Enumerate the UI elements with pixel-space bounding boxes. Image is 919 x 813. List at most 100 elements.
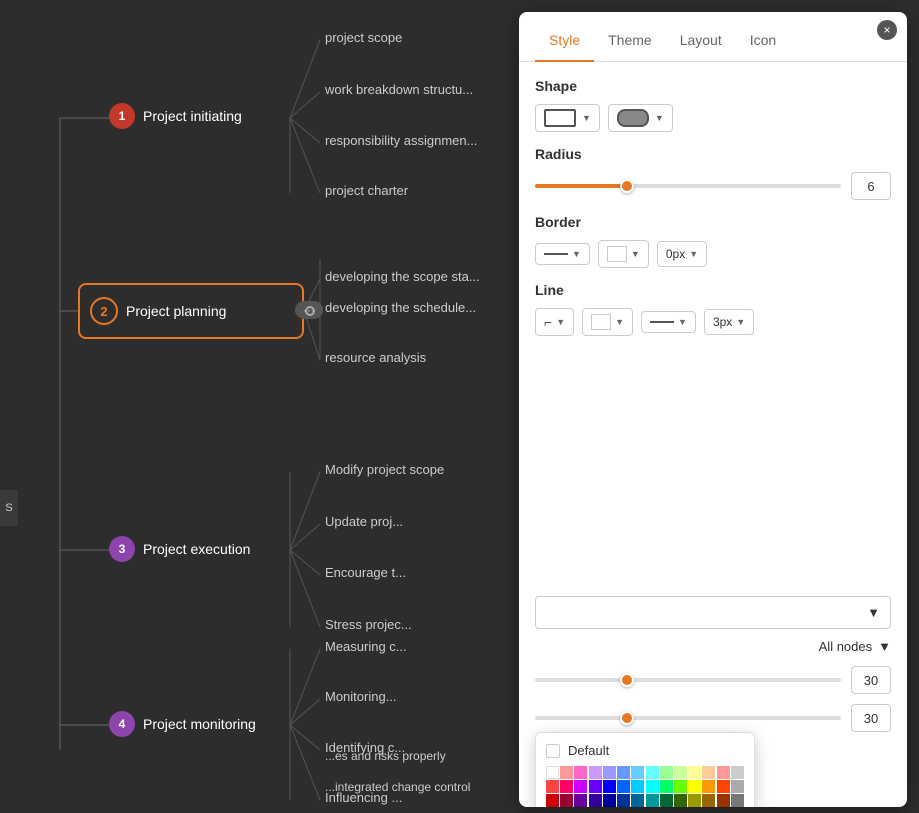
color-t1[interactable] (546, 794, 559, 807)
radius-thumb[interactable] (620, 179, 634, 193)
color-s1[interactable] (546, 780, 559, 793)
slider-value-2[interactable]: 30 (851, 704, 891, 732)
child-project-scope: project scope (325, 30, 402, 45)
slider-track-2[interactable] (535, 716, 841, 720)
line-color-swatch (591, 314, 611, 330)
default-label: Default (568, 743, 609, 758)
child-wbs: work breakdown structu... (325, 82, 473, 97)
child-update: Update proj... (325, 514, 403, 529)
border-style-chevron: ▼ (572, 249, 581, 259)
node-planning-label: Project planning (126, 303, 226, 319)
color-t2[interactable] (560, 794, 573, 807)
border-width-chevron: ▼ (689, 249, 698, 259)
line-width-chevron: ▼ (736, 317, 745, 327)
border-width-value: 0px (666, 247, 685, 261)
slider-row-2: 30 (535, 704, 891, 732)
default-checkbox[interactable] (546, 744, 560, 758)
line-style-dash (650, 321, 674, 323)
color-s11[interactable] (688, 780, 701, 793)
slider-track-1[interactable] (535, 678, 841, 682)
color-s3[interactable] (574, 780, 587, 793)
color-s14[interactable] (731, 780, 744, 793)
color-s10[interactable] (674, 780, 687, 793)
line-color-select[interactable]: ▼ (582, 308, 633, 336)
color-r3[interactable] (589, 766, 602, 779)
color-s5[interactable] (603, 780, 616, 793)
tab-theme[interactable]: Theme (594, 20, 666, 62)
color-t12[interactable] (702, 794, 715, 807)
border-width-select[interactable]: 0px ▼ (657, 241, 707, 267)
style-panel: × Style Theme Layout Icon Shape ▼ ▼ Radi… (519, 12, 907, 807)
color-r13[interactable] (731, 766, 744, 779)
color-r4[interactable] (603, 766, 616, 779)
border-color-swatch (607, 246, 627, 262)
color-r8[interactable] (660, 766, 673, 779)
color-t11[interactable] (688, 794, 701, 807)
color-r1[interactable] (560, 766, 573, 779)
tab-icon[interactable]: Icon (736, 20, 790, 62)
color-s8[interactable] (646, 780, 659, 793)
color-s12[interactable] (702, 780, 715, 793)
color-t3[interactable] (574, 794, 587, 807)
panel-close-button[interactable]: × (877, 20, 897, 40)
color-t14[interactable] (731, 794, 744, 807)
color-t6[interactable] (617, 794, 630, 807)
color-s9[interactable] (660, 780, 673, 793)
node-planning[interactable]: 2 Project planning (78, 283, 304, 339)
node-monitoring-circle: 4 (109, 711, 135, 737)
color-s7[interactable] (631, 780, 644, 793)
color-s13[interactable] (717, 780, 730, 793)
color-r12[interactable] (717, 766, 730, 779)
node-planning-connector (305, 306, 315, 316)
radius-row: 6 (535, 172, 891, 200)
node-monitoring[interactable]: 4 Project monitoring (109, 711, 256, 737)
panel-body: Shape ▼ ▼ Radius 6 Border (519, 62, 907, 807)
line-style-select[interactable]: ▼ (641, 311, 696, 333)
shape-select-rounded[interactable]: ▼ (608, 104, 673, 132)
color-r6[interactable] (631, 766, 644, 779)
node-initiating-label: Project initiating (143, 108, 242, 124)
color-s4[interactable] (589, 780, 602, 793)
mindmap-content: 1 Project initiating project scope work … (0, 0, 519, 813)
color-s2[interactable] (560, 780, 573, 793)
node-execution-label: Project execution (143, 541, 250, 557)
radius-slider[interactable] (535, 176, 841, 196)
slider-value-1[interactable]: 30 (851, 666, 891, 694)
color-r2[interactable] (574, 766, 587, 779)
border-style-select[interactable]: ▼ (535, 243, 590, 265)
radius-value[interactable]: 6 (851, 172, 891, 200)
color-t7[interactable] (631, 794, 644, 807)
radius-fill (535, 184, 627, 188)
color-r10[interactable] (688, 766, 701, 779)
color-t10[interactable] (674, 794, 687, 807)
child-scope-sta: developing the scope sta... (325, 269, 480, 284)
slider-thumb-2[interactable] (620, 711, 634, 725)
fill-dropdown[interactable]: ▼ (535, 596, 891, 629)
node-execution-circle: 3 (109, 536, 135, 562)
color-r9[interactable] (674, 766, 687, 779)
slider-thumb-1[interactable] (620, 673, 634, 687)
node-execution[interactable]: 3 Project execution (109, 536, 250, 562)
color-r11[interactable] (702, 766, 715, 779)
tab-layout[interactable]: Layout (666, 20, 736, 62)
radius-track (535, 184, 841, 188)
color-t4[interactable] (589, 794, 602, 807)
child-stress: Stress projec... (325, 617, 412, 632)
line-connector-select[interactable]: ⌐ ▼ (535, 308, 574, 336)
color-t8[interactable] (646, 794, 659, 807)
border-color-select[interactable]: ▼ (598, 240, 649, 268)
color-t9[interactable] (660, 794, 673, 807)
nodes-dropdown[interactable]: All nodes ▼ (535, 639, 891, 654)
color-r5[interactable] (617, 766, 630, 779)
tab-style[interactable]: Style (535, 20, 594, 62)
color-white[interactable] (546, 766, 559, 779)
node-initiating[interactable]: 1 Project initiating (109, 103, 242, 129)
shape-rounded-chevron: ▼ (655, 113, 664, 123)
color-s6[interactable] (617, 780, 630, 793)
default-option[interactable]: Default (546, 743, 744, 758)
line-width-select[interactable]: 3px ▼ (704, 309, 754, 335)
color-r7[interactable] (646, 766, 659, 779)
color-t13[interactable] (717, 794, 730, 807)
color-t5[interactable] (603, 794, 616, 807)
shape-select-rect[interactable]: ▼ (535, 104, 600, 132)
